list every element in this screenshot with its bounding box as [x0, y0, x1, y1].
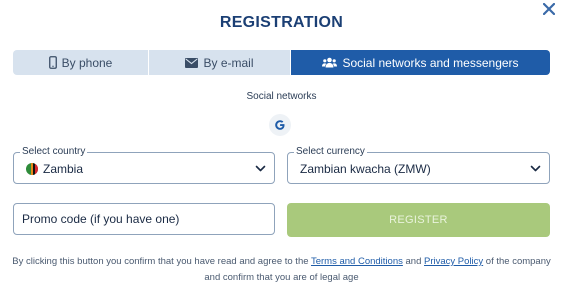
- google-icon: [275, 120, 285, 130]
- currency-select-value: Zambian kwacha (ZMW): [300, 162, 431, 176]
- zambia-flag-icon: [26, 163, 38, 175]
- tab-social-networks[interactable]: Social networks and messengers: [291, 50, 550, 75]
- phone-icon: [48, 56, 57, 69]
- disclaimer-text-and: and: [402, 256, 425, 267]
- privacy-policy-link[interactable]: Privacy Policy: [424, 256, 483, 267]
- tab-by-phone[interactable]: By phone: [13, 50, 149, 75]
- country-value-text: Zambia: [43, 162, 84, 176]
- currency-select-label: Select currency: [294, 146, 367, 158]
- dialog-title: REGISTRATION: [219, 14, 344, 31]
- currency-select[interactable]: Select currency Zambian kwacha (ZMW): [287, 146, 550, 184]
- terms-disclaimer: By clicking this button you confirm that…: [8, 254, 555, 286]
- register-button[interactable]: REGISTER: [287, 203, 550, 237]
- envelope-icon: [185, 57, 199, 68]
- tab-label: By phone: [61, 55, 113, 70]
- country-select-label: Select country: [20, 146, 88, 158]
- registration-tabs: By phone By e-mail Social networks and m…: [13, 50, 550, 75]
- country-select[interactable]: Select country Zambia: [13, 146, 275, 184]
- country-select-value: Zambia: [26, 162, 83, 176]
- terms-and-conditions-link[interactable]: Terms and Conditions: [311, 256, 403, 267]
- chevron-down-icon: [255, 165, 266, 172]
- tab-label: By e-mail: [203, 55, 254, 70]
- disclaimer-text-start: By clicking this button you confirm that…: [12, 256, 311, 267]
- promo-code-input[interactable]: [13, 203, 275, 235]
- tab-label: Social networks and messengers: [342, 55, 519, 70]
- users-icon: [322, 57, 338, 68]
- google-login-button[interactable]: [269, 114, 291, 136]
- social-networks-label: Social networks: [246, 91, 317, 102]
- tab-by-email[interactable]: By e-mail: [149, 50, 291, 75]
- chevron-down-icon: [530, 165, 541, 172]
